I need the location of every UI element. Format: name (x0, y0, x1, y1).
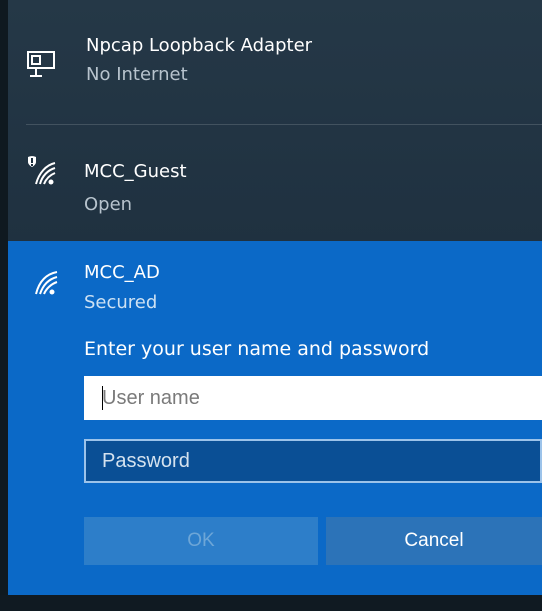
network-status: Open (84, 194, 133, 215)
password-field[interactable] (84, 439, 542, 483)
network-name: MCC_Guest (84, 161, 187, 182)
network-item-npcap[interactable]: Npcap Loopback Adapter No Internet (8, 20, 542, 100)
network-flyout: Npcap Loopback Adapter No Internet MCC_G… (0, 0, 542, 611)
username-field[interactable] (84, 376, 542, 420)
wifi-icon (35, 271, 58, 295)
window-edge (0, 0, 8, 611)
ok-button[interactable]: OK (84, 517, 318, 565)
taskbar-edge (0, 595, 542, 611)
credentials-prompt: Enter your user name and password (84, 338, 430, 360)
text-caret (102, 386, 103, 410)
network-divider (26, 124, 542, 125)
cancel-button[interactable]: Cancel (326, 517, 542, 565)
network-status: No Internet (86, 64, 188, 85)
wifi-warning-icon (28, 156, 56, 185)
network-name: MCC_AD (84, 262, 160, 283)
network-item-mcc-guest[interactable]: MCC_Guest Open (8, 140, 542, 230)
network-status: Secured (84, 292, 158, 313)
ethernet-adapter-icon (27, 51, 55, 77)
network-item-mcc-ad[interactable]: MCC_AD Secured (8, 241, 542, 331)
network-name: Npcap Loopback Adapter (86, 35, 313, 56)
